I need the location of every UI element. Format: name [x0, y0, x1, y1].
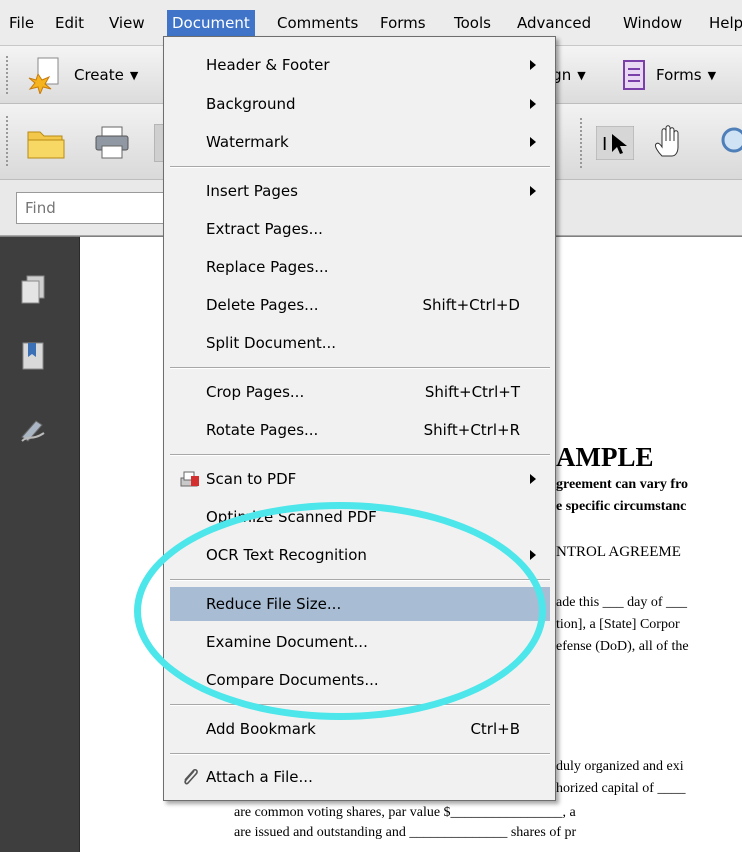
document-line: NTROL AGREEME: [556, 544, 681, 560]
menu-item-label: Scan to PDF: [206, 470, 297, 488]
menu-separator: [170, 367, 550, 369]
menu-separator: [170, 753, 550, 755]
document-line: horized capital of ____: [556, 781, 686, 796]
hand-tool-icon[interactable]: [652, 124, 684, 160]
menu-item-delete-pages[interactable]: Delete Pages... Shift+Ctrl+D: [170, 288, 550, 322]
menu-file[interactable]: File: [4, 10, 39, 36]
menu-item-label: Reduce File Size...: [206, 595, 342, 613]
menu-edit[interactable]: Edit: [50, 10, 89, 36]
menu-help[interactable]: Help: [704, 10, 742, 36]
find-input[interactable]: [16, 192, 166, 224]
menu-view[interactable]: View: [104, 10, 150, 36]
menu-item-label: Attach a File...: [206, 768, 313, 786]
document-line: duly organized and exi: [556, 759, 684, 774]
menu-item-background[interactable]: Background: [170, 87, 550, 121]
document-line: are issued and outstanding and _________…: [234, 825, 577, 840]
menu-item-label: Crop Pages...: [206, 383, 305, 401]
menu-item-label: Add Bookmark: [206, 720, 316, 738]
chevron-down-icon: ▼: [129, 68, 139, 82]
menu-item-extract-pages[interactable]: Extract Pages...: [170, 212, 550, 246]
menu-item-replace-pages[interactable]: Replace Pages...: [170, 250, 550, 284]
document-heading: AMPLE: [556, 442, 654, 472]
menu-item-label: Replace Pages...: [206, 258, 329, 276]
menu-advanced[interactable]: Advanced: [512, 10, 596, 36]
document-line: tion], a [State] Corpor: [556, 617, 680, 632]
menu-item-compare-documents[interactable]: Compare Documents...: [170, 663, 550, 697]
menu-shortcut: Shift+Ctrl+R: [423, 421, 520, 439]
menu-window[interactable]: Window: [618, 10, 687, 36]
zoom-icon[interactable]: [718, 126, 742, 160]
select-tool-icon[interactable]: I: [596, 126, 634, 160]
menu-item-scan-to-pdf[interactable]: Scan to PDF: [170, 462, 550, 496]
menu-item-rotate-pages[interactable]: Rotate Pages... Shift+Ctrl+R: [170, 413, 550, 447]
document-line: e specific circumstanc: [556, 499, 687, 514]
menu-item-label: Watermark: [206, 133, 289, 151]
menu-item-split-document[interactable]: Split Document...: [170, 326, 550, 360]
pages-icon[interactable]: [20, 275, 46, 305]
menu-item-label: Compare Documents...: [206, 671, 379, 689]
svg-text:I: I: [602, 134, 607, 155]
document-line: ade this ___ day of ___: [556, 595, 688, 610]
menu-tools[interactable]: Tools: [449, 10, 496, 36]
submenu-arrow-icon: [530, 137, 536, 147]
menu-item-label: Split Document...: [206, 334, 337, 352]
print-icon[interactable]: [94, 126, 130, 160]
menu-item-label: Delete Pages...: [206, 296, 319, 314]
document-menu: Header & Footer Background Watermark Ins…: [163, 36, 556, 801]
menu-item-ocr-text-recognition[interactable]: OCR Text Recognition: [170, 538, 550, 572]
menu-item-header-footer[interactable]: Header & Footer: [170, 48, 550, 82]
menu-forms[interactable]: Forms: [375, 10, 431, 36]
document-line: greement can vary fro: [556, 477, 689, 492]
menu-item-optimize-scanned-pdf[interactable]: Optimize Scanned PDF: [170, 500, 550, 534]
open-folder-icon[interactable]: [26, 126, 66, 160]
menu-shortcut: Shift+Ctrl+T: [424, 383, 520, 401]
menu-item-add-bookmark[interactable]: Add Bookmark Ctrl+B: [170, 712, 550, 746]
paperclip-icon: [184, 768, 198, 785]
submenu-arrow-icon: [530, 60, 536, 70]
forms-label: Forms: [656, 66, 702, 84]
menu-item-examine-document[interactable]: Examine Document...: [170, 625, 550, 659]
menu-comments[interactable]: Comments: [272, 10, 363, 36]
submenu-arrow-icon: [530, 550, 536, 560]
menu-item-label: Insert Pages: [206, 182, 298, 200]
menu-shortcut: Ctrl+B: [470, 720, 520, 738]
menu-item-reduce-file-size[interactable]: Reduce File Size...: [170, 587, 550, 621]
menu-item-attach-a-file[interactable]: Attach a File...: [170, 760, 550, 794]
forms-icon: [623, 60, 645, 90]
menu-item-label: Optimize Scanned PDF: [206, 508, 377, 526]
menu-document[interactable]: Document: [167, 10, 255, 36]
navigation-pane: [0, 237, 80, 852]
menu-item-label: Rotate Pages...: [206, 421, 319, 439]
chevron-down-icon: ▼: [707, 68, 717, 82]
menu-separator: [170, 454, 550, 456]
submenu-arrow-icon: [530, 99, 536, 109]
submenu-arrow-icon: [530, 186, 536, 196]
chevron-down-icon: ▼: [577, 68, 586, 82]
menu-separator: [170, 579, 550, 581]
document-line: are common voting shares, par value $___…: [234, 805, 576, 820]
menu-shortcut: Shift+Ctrl+D: [422, 296, 520, 314]
document-line: efense (DoD), all of the: [556, 639, 689, 654]
menu-item-label: Background: [206, 95, 296, 113]
create-pdf-icon: [28, 57, 59, 94]
scanner-icon: [180, 471, 199, 487]
menu-item-label: Extract Pages...: [206, 220, 323, 238]
menu-separator: [170, 166, 550, 168]
menu-item-crop-pages[interactable]: Crop Pages... Shift+Ctrl+T: [170, 375, 550, 409]
menu-item-label: OCR Text Recognition: [206, 546, 367, 564]
menu-item-label: Examine Document...: [206, 633, 368, 651]
menu-item-label: Header & Footer: [206, 56, 330, 74]
menu-item-watermark[interactable]: Watermark: [170, 125, 550, 159]
menu-separator: [170, 704, 550, 706]
toolbar-grip[interactable]: [6, 116, 10, 166]
forms-button[interactable]: Forms ▼: [622, 56, 716, 94]
menu-item-insert-pages[interactable]: Insert Pages: [170, 174, 550, 208]
signatures-icon[interactable]: [20, 413, 46, 443]
toolbar-separator: [580, 118, 582, 168]
toolbar-grip[interactable]: [6, 56, 10, 94]
submenu-arrow-icon: [530, 474, 536, 484]
create-label: Create: [74, 66, 124, 84]
create-button[interactable]: Create ▼: [28, 56, 138, 94]
bookmarks-icon[interactable]: [20, 341, 46, 371]
